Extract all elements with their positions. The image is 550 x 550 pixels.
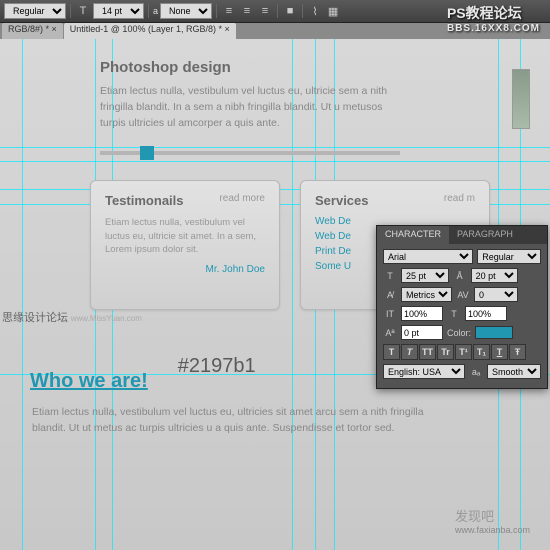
divider xyxy=(70,4,71,18)
align-center-icon[interactable]: ≡ xyxy=(239,3,255,19)
tab-character[interactable]: CHARACTER xyxy=(377,226,449,244)
align-right-icon[interactable]: ≡ xyxy=(257,3,273,19)
leading-input[interactable]: 20 pt xyxy=(471,268,519,283)
size-input[interactable]: 25 pt xyxy=(401,268,449,283)
type-style-buttons: T T TT Tr T¹ T₁ T Ŧ xyxy=(383,344,541,360)
card-title: Services xyxy=(315,193,369,208)
font-style-select[interactable]: Regular xyxy=(477,249,541,264)
kerning-select[interactable]: Metrics xyxy=(401,287,452,302)
read-more-link[interactable]: read more xyxy=(219,193,265,208)
testimonial-body: Etiam lectus nulla, vestibulum vel luctu… xyxy=(105,216,265,256)
slider-handle[interactable] xyxy=(140,146,154,160)
panels-icon[interactable]: ▦ xyxy=(325,3,341,19)
tracking-input[interactable]: 0 xyxy=(474,287,518,302)
who-heading: Who we are! xyxy=(30,370,148,393)
aa-label: a xyxy=(153,6,158,16)
watermark-top-right: PS教程论坛 BBS.16XX8.COM xyxy=(447,3,540,34)
read-more-link[interactable]: read m xyxy=(444,193,475,208)
hscale-input[interactable] xyxy=(465,306,507,321)
smallcaps-button[interactable]: Tr xyxy=(437,344,454,360)
divider xyxy=(302,4,303,18)
superscript-button[interactable]: T¹ xyxy=(455,344,472,360)
divider xyxy=(148,4,149,18)
font-size-select[interactable]: 14 pt xyxy=(93,3,144,19)
italic-button[interactable]: T xyxy=(401,344,418,360)
leading-icon: Å xyxy=(453,271,467,281)
tracking-icon: AV xyxy=(456,290,470,300)
antialias-select[interactable]: None xyxy=(160,3,212,19)
tab-paragraph[interactable]: PARAGRAPH xyxy=(449,226,521,244)
kerning-icon: A̸ xyxy=(383,290,397,300)
slider-track[interactable] xyxy=(100,151,400,155)
underline-button[interactable]: T xyxy=(491,344,508,360)
type-size-icon: T xyxy=(75,3,91,19)
subscript-button[interactable]: T₁ xyxy=(473,344,490,360)
baseline-icon: Aª xyxy=(383,328,397,338)
tab-doc2[interactable]: Untitled-1 @ 100% (Layer 1, RGB/8) * × xyxy=(64,23,236,39)
baseline-input[interactable] xyxy=(401,325,443,340)
strike-button[interactable]: Ŧ xyxy=(509,344,526,360)
panel-tabs: CHARACTER PARAGRAPH xyxy=(377,226,547,244)
divider xyxy=(216,4,217,18)
size-icon: T xyxy=(383,271,397,281)
watermark-bottom-right: 发现吧www.faxianba.com xyxy=(455,506,530,535)
divider xyxy=(277,4,278,18)
aa-icon: aₐ xyxy=(469,367,483,377)
bold-button[interactable]: T xyxy=(383,344,400,360)
language-select[interactable]: English: USA xyxy=(383,364,465,379)
align-left-icon[interactable]: ≡ xyxy=(221,3,237,19)
text-color-icon[interactable]: ■ xyxy=(282,3,298,19)
font-weight-select[interactable]: Regular xyxy=(4,3,66,19)
testimonial-author: Mr. John Doe xyxy=(105,264,265,275)
hex-annotation: #2197b1 xyxy=(178,355,256,378)
hscale-icon: T xyxy=(447,309,461,319)
color-swatch[interactable] xyxy=(475,326,513,339)
card-title: Testimonails xyxy=(105,193,184,208)
who-body: Etiam lectus nulla, vestibulum vel luctu… xyxy=(32,405,452,437)
character-panel[interactable]: CHARACTER PARAGRAPH Arial Regular T 25 p… xyxy=(376,225,548,389)
warp-text-icon[interactable]: ⌇ xyxy=(307,3,323,19)
color-label: Color: xyxy=(447,328,471,338)
allcaps-button[interactable]: TT xyxy=(419,344,436,360)
card-testimonials: Testimonails read more Etiam lectus null… xyxy=(90,180,280,310)
font-family-select[interactable]: Arial xyxy=(383,249,473,264)
tab-doc1[interactable]: RGB/8#) * × xyxy=(2,23,63,39)
watermark-left: 思缘设计论坛 www.MissYuan.com xyxy=(2,309,142,325)
hero-body: Etiam lectus nulla, vestibulum vel luctu… xyxy=(100,84,400,131)
vscale-icon: IT xyxy=(383,309,397,319)
vscale-input[interactable] xyxy=(401,306,443,321)
antialias-select[interactable]: Smooth xyxy=(487,364,541,379)
hero-title: Photoshop design xyxy=(100,59,520,76)
